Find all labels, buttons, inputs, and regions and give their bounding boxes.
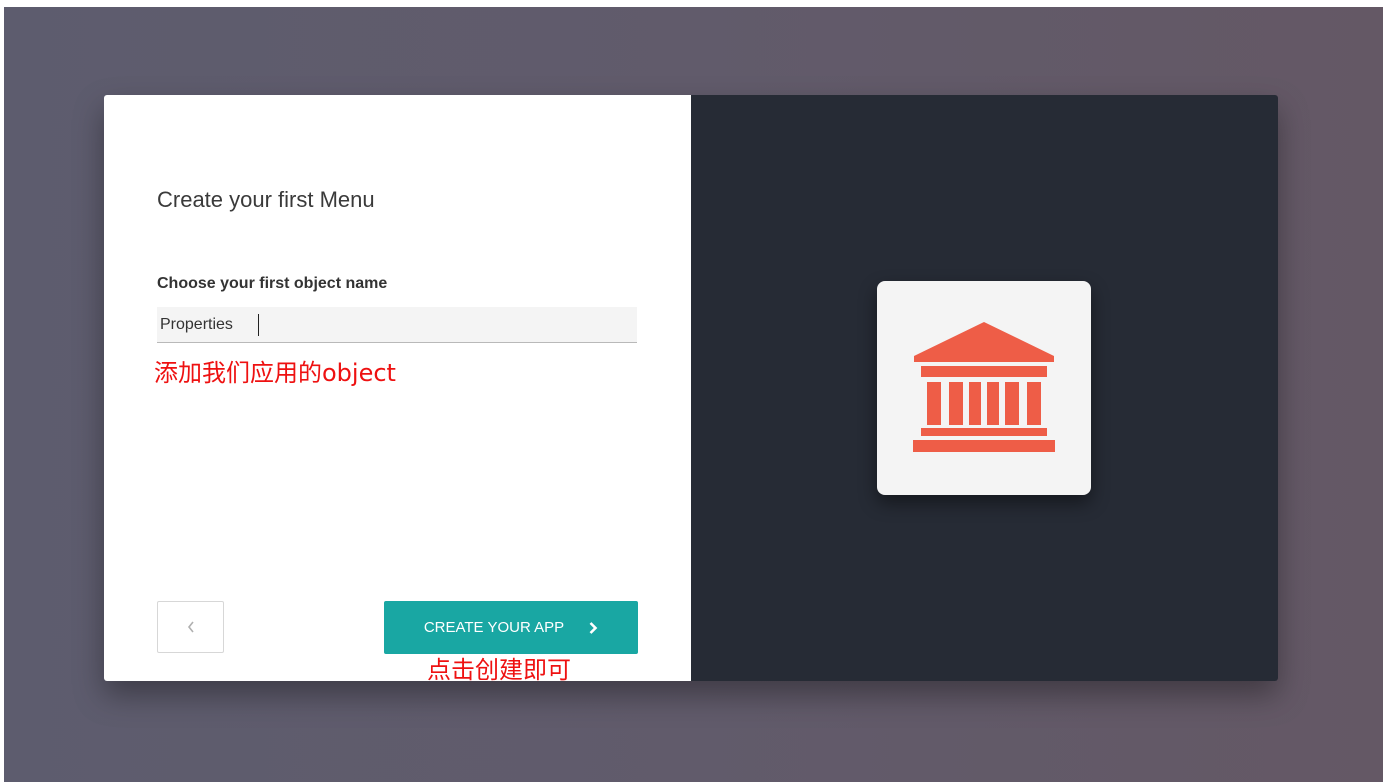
- chevron-right-icon: [589, 621, 598, 634]
- create-app-button[interactable]: CREATE YOUR APP: [384, 601, 638, 654]
- create-app-label: CREATE YOUR APP: [423, 619, 565, 636]
- form-pane: Create your first Menu Choose your first…: [104, 95, 691, 681]
- object-annotation: 添加我们应用的object: [154, 359, 396, 387]
- chevron-left-icon: [187, 621, 194, 633]
- create-annotation: 点击创建即可: [427, 656, 571, 681]
- back-button[interactable]: [157, 601, 224, 653]
- dialog-title: Create your first Menu: [157, 187, 375, 212]
- icon-preview-pane: [691, 95, 1278, 681]
- object-name-input[interactable]: [157, 307, 637, 343]
- app-icon-card[interactable]: [877, 281, 1091, 495]
- text-caret: [258, 314, 259, 336]
- object-name-label: Choose your first object name: [157, 275, 388, 292]
- bank-building-icon: [913, 322, 1055, 452]
- app-creator-dialog: Create your first Menu Choose your first…: [104, 95, 1278, 681]
